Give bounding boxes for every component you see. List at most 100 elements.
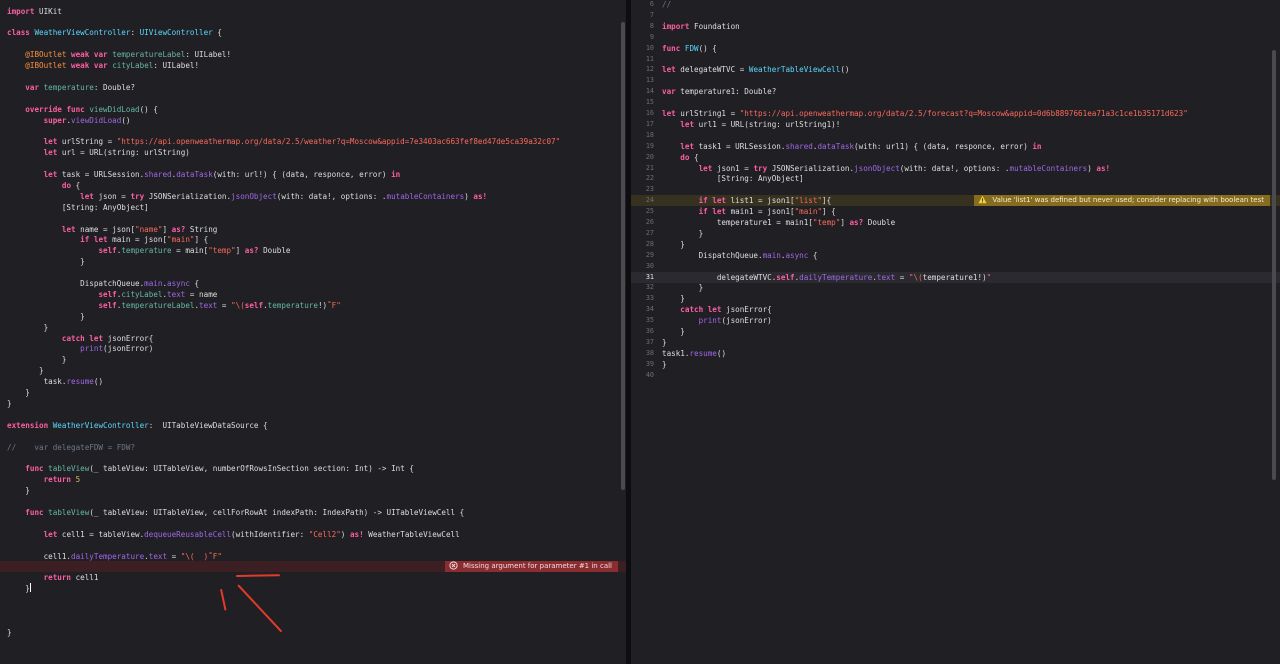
code-line[interactable]: let task = URLSession.shared.dataTask(wi… — [0, 169, 626, 180]
code-line[interactable] — [0, 452, 626, 463]
code-line[interactable] — [0, 125, 626, 136]
code-line[interactable]: 31 delegateWTVC.self.dailyTemperature.te… — [631, 271, 1280, 283]
code-line[interactable]: self.cityLabel.text = name — [0, 289, 626, 300]
code-line[interactable]: // var delegateFDW = FDW? — [0, 442, 626, 453]
code-line[interactable]: 27 } — [631, 228, 1280, 239]
code-line[interactable]: 36 } — [631, 326, 1280, 337]
code-line[interactable] — [0, 518, 626, 529]
code-line[interactable]: 12 let delegateWTVC = WeatherTableViewCel… — [631, 64, 1280, 75]
code-line[interactable]: if let main = json["main"] { — [0, 234, 626, 245]
code-line[interactable] — [0, 431, 626, 442]
code-line[interactable]: cell1.dailyTemperature.text = "\( )˚F" — [0, 551, 626, 562]
code-line[interactable] — [0, 594, 626, 605]
code-line[interactable]: self.temperatureLabel.text = "\(self.tem… — [0, 300, 626, 311]
code-line[interactable]: 10 func FDW() { — [631, 43, 1280, 54]
code-line[interactable] — [0, 540, 626, 551]
code-line[interactable]: 39} — [631, 359, 1280, 370]
code-line[interactable]: return 5 — [0, 474, 626, 485]
code-line[interactable]: 29 DispatchQueue.main.async { — [631, 250, 1280, 261]
code-line[interactable]: 18 — [631, 130, 1280, 141]
code-line[interactable]: let json = try JSONSerialization.jsonObj… — [0, 191, 626, 202]
code-line[interactable]: 34 catch let jsonError{ — [631, 304, 1280, 315]
code-line[interactable]: 28 } — [631, 239, 1280, 250]
code-line[interactable]: 21 let json1 = try JSONSerialization.jso… — [631, 163, 1280, 174]
code-line[interactable]: } — [0, 365, 626, 376]
code-text: temperature1 = main1["temp"] as? Double — [662, 217, 895, 228]
code-line[interactable]: extension WeatherViewController: UITable… — [0, 420, 626, 431]
code-line[interactable]: } — [0, 311, 626, 322]
code-line[interactable]: 33 } — [631, 293, 1280, 304]
code-line[interactable]: @IBOutlet weak var cityLabel: UILabel! — [0, 60, 626, 71]
code-line[interactable]: 11 — [631, 54, 1280, 65]
code-line[interactable]: } — [0, 583, 626, 594]
error-badge[interactable]: Missing argument for parameter #1 in cal… — [445, 561, 618, 573]
code-line[interactable]: 16 let urlString1 = "https://api.openweat… — [631, 108, 1280, 119]
code-line[interactable] — [0, 605, 626, 616]
code-line[interactable]: class WeatherViewController: UIViewContr… — [0, 27, 626, 38]
code-line[interactable] — [0, 93, 626, 104]
code-line[interactable]: [String: AnyObject] — [0, 202, 626, 213]
code-line[interactable]: } — [0, 627, 626, 638]
code-line[interactable]: 35 print(jsonError) — [631, 315, 1280, 326]
code-line[interactable]: 8 import Foundation — [631, 21, 1280, 32]
code-line[interactable]: } — [0, 387, 626, 398]
right-editor-pane[interactable]: 6//7 8 import Foundation 9 10 func FDW() {11 1… — [631, 0, 1280, 664]
code-line[interactable]: super.viewDidLoad() — [0, 115, 626, 126]
code-line[interactable]: 38 task1.resume() — [631, 348, 1280, 359]
code-line[interactable]: 15 — [631, 97, 1280, 108]
code-line[interactable] — [0, 496, 626, 507]
code-line[interactable] — [0, 16, 626, 27]
code-line[interactable] — [0, 409, 626, 420]
code-line[interactable] — [0, 616, 626, 627]
code-line[interactable]: return cell1 — [0, 572, 626, 583]
code-line[interactable]: 9 — [631, 32, 1280, 43]
code-line[interactable] — [0, 71, 626, 82]
code-line[interactable]: let cell1 = tableView.dequeueReusableCel… — [0, 529, 626, 540]
code-line[interactable]: self.temperature = main["temp"] as? Doub… — [0, 245, 626, 256]
code-line[interactable]: 13 — [631, 75, 1280, 86]
code-line[interactable]: override func viewDidLoad() { — [0, 104, 626, 115]
code-line[interactable]: do { — [0, 180, 626, 191]
code-line[interactable] — [0, 38, 626, 49]
code-line[interactable]: func tableView(_ tableView: UITableView,… — [0, 507, 626, 518]
left-editor-pane[interactable]: import UIKit class WeatherViewController:… — [0, 0, 626, 664]
code-line[interactable]: 40 — [631, 370, 1280, 381]
code-line[interactable] — [0, 213, 626, 224]
code-line[interactable]: 26 temperature1 = main1["temp"] as? Doub… — [631, 217, 1280, 228]
code-line[interactable]: 19 let task1 = URLSession.shared.dataTas… — [631, 141, 1280, 152]
code-token: task = URLSession. — [57, 170, 145, 179]
code-line[interactable]: let url = URL(string: urlString) — [0, 147, 626, 158]
code-line[interactable]: 17 let url1 = URL(string: urlString1)! — [631, 119, 1280, 130]
code-line[interactable]: 7 — [631, 10, 1280, 21]
code-line[interactable]: 14 var temperature1: Double? — [631, 86, 1280, 97]
code-line[interactable]: let name = json["name"] as? String — [0, 224, 626, 235]
code-line[interactable]: 20 do { — [631, 152, 1280, 163]
code-line[interactable] — [0, 267, 626, 278]
code-line[interactable]: } — [0, 485, 626, 496]
code-line[interactable]: 37} — [631, 337, 1280, 348]
warning-badge[interactable]: Value 'list1' was defined but never used… — [974, 195, 1270, 207]
code-line[interactable]: print(jsonError) — [0, 343, 626, 354]
code-line[interactable]: 22 [String: AnyObject] — [631, 173, 1280, 184]
code-line[interactable]: } — [0, 322, 626, 333]
code-line[interactable]: } — [0, 398, 626, 409]
code-line[interactable]: } — [0, 354, 626, 365]
code-line[interactable]: func tableView(_ tableView: UITableView,… — [0, 463, 626, 474]
code-line[interactable]: 6 // — [631, 0, 1280, 10]
code-line[interactable] — [0, 158, 626, 169]
code-line[interactable]: task.resume() — [0, 376, 626, 387]
code-line[interactable]: 25 if let main1 = json1["main"] { — [631, 206, 1280, 217]
code-line[interactable]: 30 — [631, 261, 1280, 272]
code-line[interactable]: 23 — [631, 184, 1280, 195]
code-line[interactable]: 32 } — [631, 282, 1280, 293]
code-line[interactable]: var temperature: Double? — [0, 82, 626, 93]
left-scrollbar[interactable] — [621, 22, 625, 490]
code-line[interactable]: @IBOutlet weak var temperatureLabel: UIL… — [0, 49, 626, 60]
code-token: as! — [349, 529, 364, 539]
code-line[interactable]: DispatchQueue.main.async { — [0, 278, 626, 289]
code-line[interactable]: catch let jsonError{ — [0, 333, 626, 344]
right-scrollbar[interactable] — [1272, 50, 1276, 480]
code-line[interactable]: let urlString = "https://api.openweather… — [0, 136, 626, 147]
code-line[interactable]: import UIKit — [0, 6, 626, 17]
code-line[interactable]: } — [0, 256, 626, 267]
